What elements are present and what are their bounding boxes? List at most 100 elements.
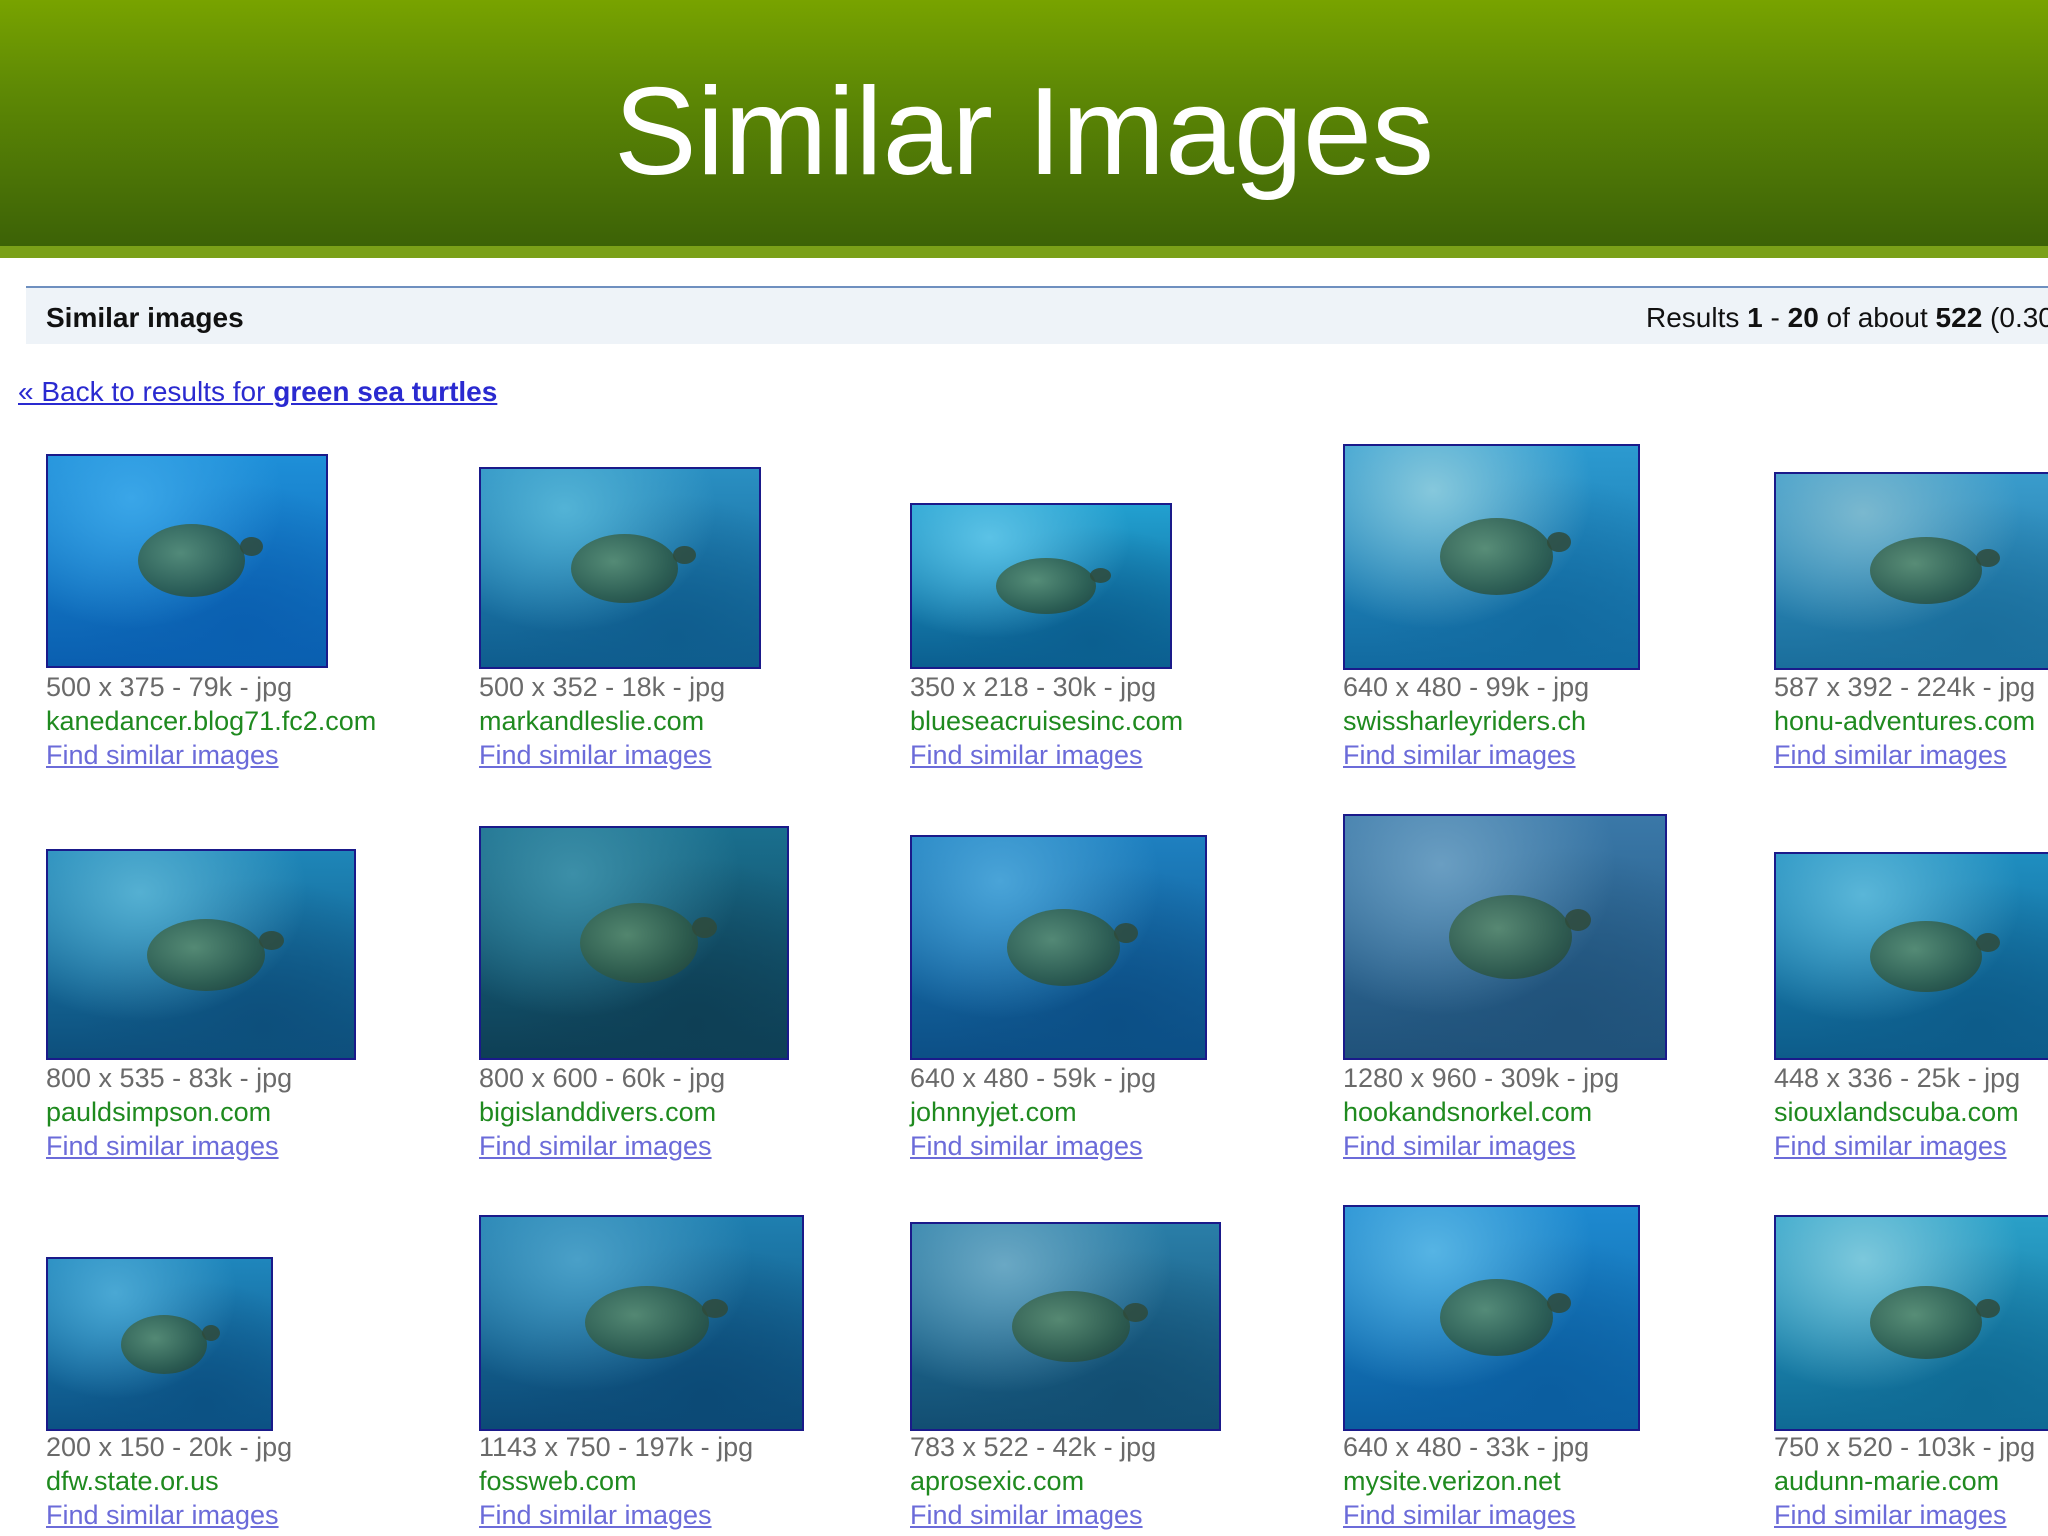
turtle-head	[1114, 923, 1138, 943]
result-caption: 500 x 375 - 79k - jpg kanedancer.blog71.f…	[46, 670, 466, 772]
source-site: johnnyjet.com	[910, 1097, 1077, 1127]
turtle-head	[1547, 1293, 1571, 1313]
result-caption: 448 x 336 - 25k - jpg siouxlandscuba.com F…	[1774, 1061, 2048, 1163]
source-site: pauldsimpson.com	[46, 1097, 272, 1127]
find-similar-link[interactable]: Find similar images	[479, 1498, 899, 1532]
turtle-head	[673, 546, 696, 564]
result-caption: 750 x 520 - 103k - jpg audunn-marie.com Fi…	[1774, 1430, 2048, 1532]
image-dimensions: 448 x 336 - 25k - jpg	[1774, 1063, 2021, 1093]
turtle-head	[240, 537, 263, 556]
source-site: audunn-marie.com	[1774, 1466, 2000, 1496]
result-caption: 1143 x 750 - 197k - jpg fossweb.com Find s…	[479, 1430, 899, 1532]
find-similar-link[interactable]: Find similar images	[1774, 1498, 2048, 1532]
result-caption: 200 x 150 - 20k - jpg dfw.state.or.us Find…	[46, 1430, 466, 1532]
find-similar-link[interactable]: Find similar images	[910, 1498, 1330, 1532]
turtle-silhouette	[996, 558, 1096, 614]
result-caption: 640 x 480 - 99k - jpg swissharleyriders.c…	[1343, 670, 1763, 772]
source-site: blueseacruisesinc.com	[910, 706, 1184, 736]
turtle-silhouette	[1870, 1286, 1982, 1359]
turtle-silhouette	[1012, 1291, 1130, 1362]
result-thumbnail[interactable]	[910, 835, 1207, 1060]
result-thumbnail[interactable]	[46, 1257, 273, 1431]
result-thumbnail[interactable]	[479, 1215, 804, 1431]
turtle-silhouette	[1449, 895, 1572, 979]
source-site: fossweb.com	[479, 1466, 637, 1496]
find-similar-link[interactable]: Find similar images	[479, 1129, 899, 1163]
result-caption: 783 x 522 - 42k - jpg aprosexic.com Find s…	[910, 1430, 1330, 1532]
source-site: dfw.state.or.us	[46, 1466, 219, 1496]
source-site: aprosexic.com	[910, 1466, 1085, 1496]
turtle-silhouette	[121, 1315, 207, 1374]
image-dimensions: 750 x 520 - 103k - jpg	[1774, 1432, 2036, 1462]
image-dimensions: 587 x 392 - 224k - jpg	[1774, 672, 2036, 702]
image-dimensions: 800 x 535 - 83k - jpg	[46, 1063, 293, 1093]
turtle-silhouette	[1440, 518, 1553, 595]
find-similar-link[interactable]: Find similar images	[1774, 738, 2048, 772]
image-dimensions: 783 x 522 - 42k - jpg	[910, 1432, 1157, 1462]
image-dimensions: 500 x 375 - 79k - jpg	[46, 672, 293, 702]
turtle-silhouette	[1007, 909, 1120, 986]
image-dimensions: 640 x 480 - 99k - jpg	[1343, 672, 1590, 702]
image-dimensions: 500 x 352 - 18k - jpg	[479, 672, 726, 702]
find-similar-link[interactable]: Find similar images	[1343, 738, 1763, 772]
turtle-head	[692, 917, 717, 938]
result-thumbnail[interactable]	[46, 454, 328, 668]
source-site: mysite.verizon.net	[1343, 1466, 1561, 1496]
result-thumbnail[interactable]	[479, 826, 789, 1060]
find-similar-link[interactable]: Find similar images	[46, 1498, 466, 1532]
result-caption: 800 x 535 - 83k - jpg pauldsimpson.com Fin…	[46, 1061, 466, 1163]
result-thumbnail[interactable]	[479, 467, 761, 669]
find-similar-link[interactable]: Find similar images	[910, 738, 1330, 772]
image-dimensions: 1280 x 960 - 309k - jpg	[1343, 1063, 1620, 1093]
find-similar-link[interactable]: Find similar images	[479, 738, 899, 772]
result-caption: 640 x 480 - 33k - jpg mysite.verizon.net F…	[1343, 1430, 1763, 1532]
result-caption: 1280 x 960 - 309k - jpg hookandsnorkel.co…	[1343, 1061, 1763, 1163]
image-dimensions: 200 x 150 - 20k - jpg	[46, 1432, 293, 1462]
result-thumbnail[interactable]	[910, 503, 1172, 669]
image-dimensions: 800 x 600 - 60k - jpg	[479, 1063, 726, 1093]
source-site: bigislanddivers.com	[479, 1097, 717, 1127]
image-results-grid: 500 x 375 - 79k - jpg kanedancer.blog71.f…	[0, 0, 2048, 1536]
turtle-head	[1976, 1299, 2000, 1318]
source-site: honu-adventures.com	[1774, 706, 2036, 736]
turtle-head	[1976, 549, 2000, 567]
turtle-head	[259, 931, 284, 950]
result-caption: 587 x 392 - 224k - jpg honu-adventures.co…	[1774, 670, 2048, 772]
turtle-silhouette	[1440, 1279, 1553, 1356]
source-site: kanedancer.blog71.fc2.com	[46, 706, 377, 736]
result-thumbnail[interactable]	[1774, 1215, 2048, 1431]
image-dimensions: 350 x 218 - 30k - jpg	[910, 672, 1157, 702]
result-caption: 500 x 352 - 18k - jpg markandleslie.com Fi…	[479, 670, 899, 772]
find-similar-link[interactable]: Find similar images	[46, 1129, 466, 1163]
turtle-head	[202, 1325, 220, 1341]
source-site: markandleslie.com	[479, 706, 705, 736]
result-thumbnail[interactable]	[46, 849, 356, 1060]
turtle-head	[1976, 933, 2000, 952]
result-caption: 800 x 600 - 60k - jpg bigislanddivers.com…	[479, 1061, 899, 1163]
result-thumbnail[interactable]	[910, 1222, 1221, 1431]
result-thumbnail[interactable]	[1343, 1205, 1640, 1431]
turtle-head	[1547, 532, 1571, 552]
result-thumbnail[interactable]	[1774, 852, 2048, 1060]
result-thumbnail[interactable]	[1343, 814, 1667, 1060]
result-thumbnail[interactable]	[1774, 472, 2048, 670]
turtle-silhouette	[585, 1286, 709, 1359]
image-dimensions: 640 x 480 - 59k - jpg	[910, 1063, 1157, 1093]
image-dimensions: 640 x 480 - 33k - jpg	[1343, 1432, 1590, 1462]
turtle-head	[1123, 1303, 1148, 1322]
find-similar-link[interactable]: Find similar images	[46, 738, 466, 772]
turtle-silhouette	[1870, 537, 1982, 604]
result-thumbnail[interactable]	[1343, 444, 1640, 670]
find-similar-link[interactable]: Find similar images	[1774, 1129, 2048, 1163]
turtle-silhouette	[138, 524, 245, 597]
result-caption: 640 x 480 - 59k - jpg johnnyjet.com Find s…	[910, 1061, 1330, 1163]
source-site: swissharleyriders.ch	[1343, 706, 1587, 736]
result-caption: 350 x 218 - 30k - jpg blueseacruisesinc.c…	[910, 670, 1330, 772]
source-site: hookandsnorkel.com	[1343, 1097, 1593, 1127]
turtle-silhouette	[580, 903, 698, 983]
find-similar-link[interactable]: Find similar images	[1343, 1498, 1763, 1532]
find-similar-link[interactable]: Find similar images	[1343, 1129, 1763, 1163]
turtle-head	[1565, 909, 1591, 931]
find-similar-link[interactable]: Find similar images	[910, 1129, 1330, 1163]
turtle-head	[1090, 568, 1111, 583]
